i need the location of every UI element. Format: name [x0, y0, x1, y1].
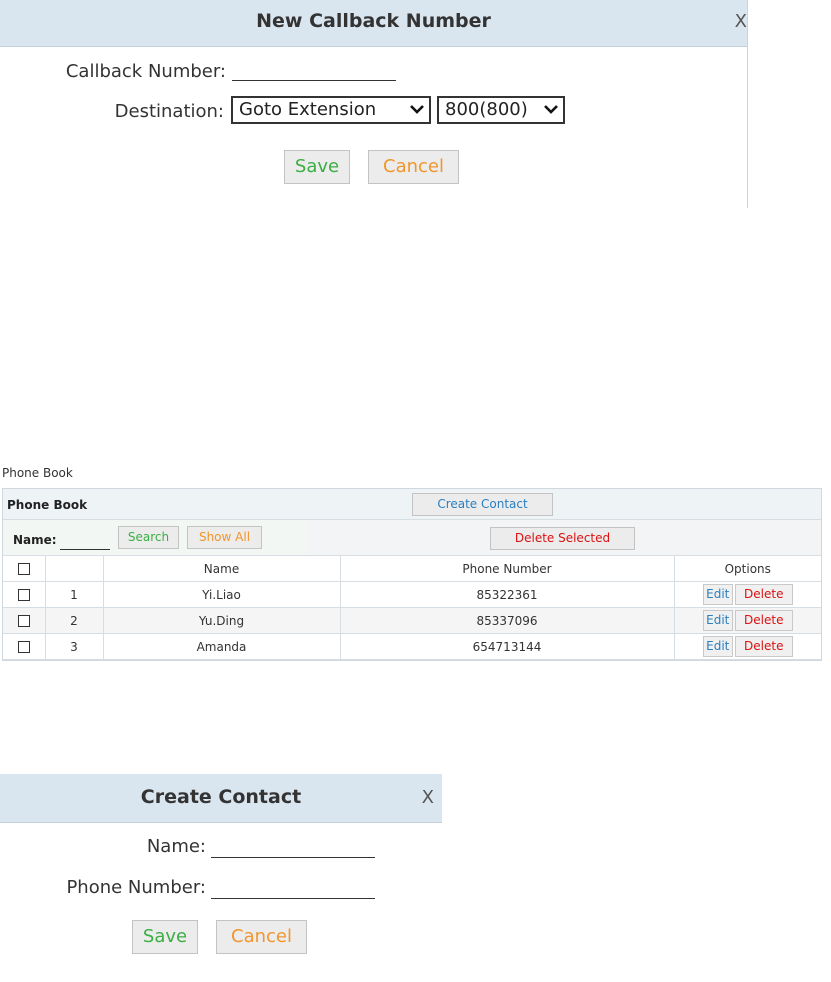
edit-button[interactable]: Edit: [702, 610, 733, 631]
table-row: 1 Yi.Liao 85322361 Edit Delete: [3, 581, 821, 608]
save-button[interactable]: Save: [284, 150, 350, 184]
delete-button[interactable]: Delete: [734, 610, 793, 631]
phone-book-table: Name Phone Number Options 1 Yi.Liao 8532…: [3, 556, 821, 660]
close-icon[interactable]: X: [422, 787, 434, 808]
row-checkbox[interactable]: [17, 641, 30, 653]
row-checkbox[interactable]: [17, 589, 30, 601]
save-button[interactable]: Save: [132, 920, 198, 954]
destination-type-select[interactable]: Goto Extension: [231, 96, 431, 124]
show-all-button[interactable]: Show All: [187, 526, 262, 549]
row-options: Edit Delete: [674, 607, 821, 634]
destination-label: Destination:: [114, 101, 224, 122]
row-options: Edit Delete: [674, 633, 821, 660]
index-header: [45, 556, 104, 582]
table-row: 2 Yu.Ding 85337096 Edit Delete: [3, 607, 821, 634]
chevron-down-icon: [410, 105, 424, 114]
phone-number-header: Phone Number: [340, 556, 675, 582]
dialog-title: New Callback Number: [256, 10, 491, 32]
close-icon[interactable]: X: [735, 11, 747, 32]
phone-number-label: Phone Number:: [66, 877, 206, 898]
table-row: 3 Amanda 654713144 Edit Delete: [3, 633, 821, 660]
dialog-header: Create Contact X: [0, 774, 442, 823]
cancel-button[interactable]: Cancel: [368, 150, 459, 184]
row-index: 1: [45, 581, 104, 608]
select-all-checkbox[interactable]: [17, 563, 30, 575]
create-contact-button[interactable]: Create Contact: [412, 493, 553, 516]
name-header: Name: [103, 556, 341, 582]
phone-number-input[interactable]: [211, 876, 375, 899]
phone-book-panel: Phone Book Create Contact Name: Name Pho…: [2, 488, 822, 661]
delete-button[interactable]: Delete: [734, 584, 793, 605]
contact-phone: 654713144: [340, 633, 675, 660]
name-filter-input[interactable]: [60, 531, 110, 550]
chevron-down-icon: [544, 105, 558, 114]
row-index: 3: [45, 633, 104, 660]
phone-book-header: Phone Book Create Contact: [3, 489, 821, 520]
callback-number-input[interactable]: [232, 58, 396, 81]
table-header-row: Name Phone Number Options: [3, 556, 821, 582]
edit-button[interactable]: Edit: [702, 636, 733, 657]
name-filter-label: Name:: [13, 533, 57, 547]
contact-name: Yu.Ding: [103, 607, 341, 634]
search-button[interactable]: Search: [118, 526, 179, 549]
destination-target-value: 800(800): [445, 99, 528, 120]
delete-selected-button[interactable]: Delete Selected: [490, 527, 635, 550]
contact-phone: 85337096: [340, 607, 675, 634]
select-all-cell: [3, 556, 46, 582]
contact-phone: 85322361: [340, 581, 675, 608]
callback-number-label: Callback Number:: [65, 61, 226, 82]
dialog-header: New Callback Number X: [0, 0, 747, 47]
contact-name: Yi.Liao: [103, 581, 341, 608]
destination-target-select[interactable]: 800(800): [437, 96, 565, 124]
dialog-title: Create Contact: [140, 786, 302, 808]
row-checkbox[interactable]: [17, 615, 30, 627]
cancel-button[interactable]: Cancel: [216, 920, 307, 954]
name-input[interactable]: [211, 835, 375, 858]
row-index: 2: [45, 607, 104, 634]
new-callback-dialog: New Callback Number X Callback Number: D…: [0, 0, 748, 208]
edit-button[interactable]: Edit: [702, 584, 733, 605]
row-options: Edit Delete: [674, 581, 821, 608]
options-header: Options: [674, 556, 821, 582]
phone-book-title: Phone Book: [7, 498, 88, 512]
contact-name: Amanda: [103, 633, 341, 660]
delete-button[interactable]: Delete: [734, 636, 793, 657]
name-label: Name:: [146, 836, 206, 857]
create-contact-dialog: Create Contact X Name: Phone Number: Sav…: [0, 774, 442, 974]
phone-book-caption: Phone Book: [2, 466, 73, 480]
destination-type-value: Goto Extension: [239, 99, 377, 120]
